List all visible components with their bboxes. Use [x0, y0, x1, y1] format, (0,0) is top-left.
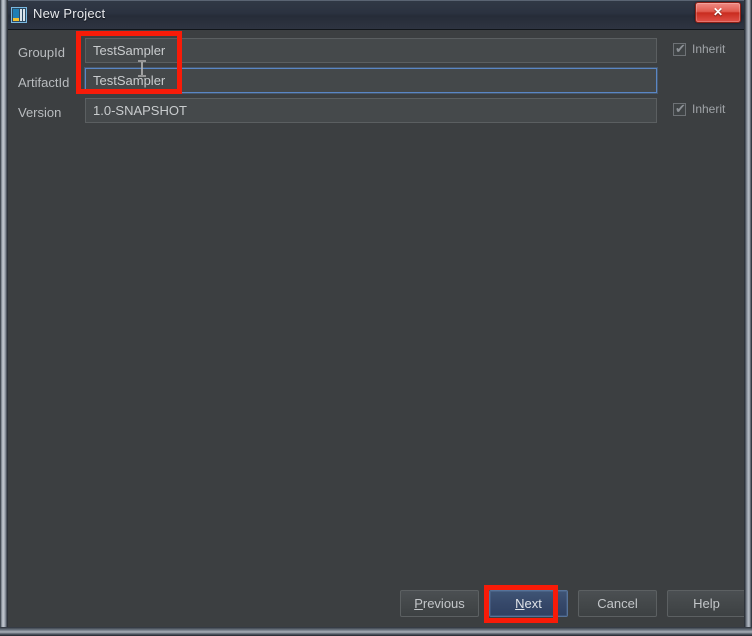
previous-button-mnemonic: P [414, 596, 423, 611]
input-version[interactable]: 1.0-SNAPSHOT [85, 98, 657, 123]
form-row-artifactid: ArtifactId TestSampler [8, 68, 744, 98]
intellij-logo-icon [11, 7, 27, 23]
next-button-mnemonic: N [515, 596, 525, 611]
check-mark-icon: ✔ [675, 100, 686, 116]
cancel-button[interactable]: Cancel [578, 590, 657, 617]
window-title: New Project [33, 6, 106, 21]
inherit-checkbox-groupid[interactable]: ✔ Inherit [673, 42, 725, 56]
next-button[interactable]: Next [489, 590, 568, 617]
window-frame-left [0, 0, 8, 636]
label-artifactid: ArtifactId [18, 75, 70, 90]
previous-button[interactable]: Previous [400, 590, 479, 617]
dialog-body: GroupId TestSampler ✔ Inherit ArtifactId… [8, 31, 746, 625]
inherit-checkbox-version[interactable]: ✔ Inherit [673, 102, 725, 116]
window-frame-right [744, 0, 752, 636]
next-button-label: ext [524, 596, 542, 611]
inherit-label-version: Inherit [692, 102, 726, 116]
window-frame-bottom [0, 627, 752, 636]
help-button[interactable]: Help [667, 590, 746, 617]
close-button[interactable]: ✕ [695, 2, 741, 23]
label-version: Version [18, 105, 62, 120]
label-groupid: GroupId [18, 45, 65, 60]
checkbox-box-version[interactable]: ✔ [673, 100, 686, 116]
previous-button-label: revious [422, 596, 465, 611]
checkbox-box-groupid[interactable]: ✔ [673, 40, 686, 56]
new-project-dialog-window: New Project ✕ GroupId TestSampler ✔ Inhe… [0, 0, 752, 636]
form-row-groupid: GroupId TestSampler ✔ Inherit [8, 38, 744, 68]
check-mark-icon: ✔ [675, 40, 686, 56]
inherit-label-groupid: Inherit [692, 42, 726, 56]
form-row-version: Version 1.0-SNAPSHOT ✔ Inherit [8, 98, 744, 128]
input-groupid[interactable]: TestSampler [85, 38, 657, 63]
title-bar: New Project ✕ [0, 0, 752, 30]
title-bar-highlight [0, 0, 752, 1]
input-artifactid[interactable]: TestSampler [85, 68, 657, 93]
